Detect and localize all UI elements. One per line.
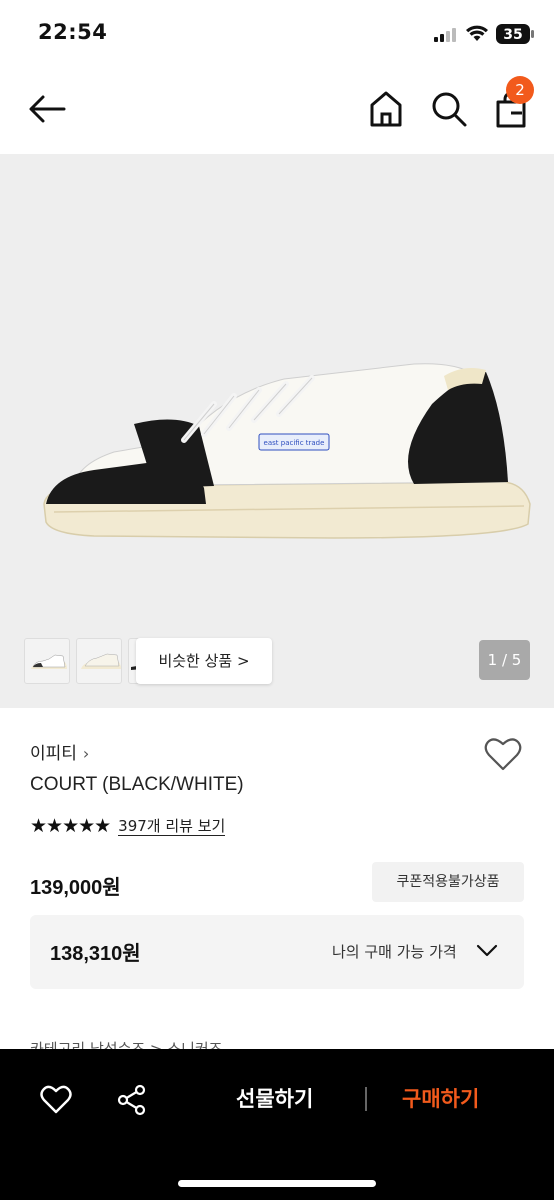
- battery-level: 35: [503, 27, 522, 43]
- product-image-gallery[interactable]: east pacific trade 비슷한 상품 > 1 / 5: [0, 154, 554, 708]
- top-nav-bar: 2: [0, 68, 554, 154]
- star-rating-icon: ★★★★★: [30, 815, 111, 837]
- review-link[interactable]: 397개 리뷰 보기: [118, 817, 226, 836]
- shoe-brand-tag: east pacific trade: [264, 439, 325, 447]
- share-icon[interactable]: [117, 1084, 147, 1116]
- cart-count-badge: 2: [506, 76, 534, 104]
- product-page: 22:54 35 2 east pacific trade 비슷한 상품 > 1…: [0, 0, 554, 1200]
- heart-icon[interactable]: [40, 1085, 72, 1115]
- coupon-not-applicable-badge: 쿠폰적용불가상품: [372, 862, 524, 902]
- home-icon[interactable]: [368, 90, 404, 128]
- cellular-signal-icon: [434, 28, 456, 42]
- status-time: 22:54: [38, 20, 108, 44]
- bottom-action-bar: 선물하기 구매하기: [0, 1049, 554, 1200]
- chevron-down-icon: [476, 944, 498, 957]
- heart-icon[interactable]: [484, 736, 522, 772]
- brand-link[interactable]: 이피티 ›: [30, 739, 89, 764]
- status-bar: 22:54 35: [0, 0, 554, 68]
- chevron-right-icon: ›: [82, 744, 90, 763]
- product-name: COURT (BLACK/WHITE): [30, 774, 244, 795]
- thumbnail-1[interactable]: [24, 638, 70, 684]
- gift-button[interactable]: 선물하기: [236, 1083, 313, 1113]
- image-page-counter: 1 / 5: [479, 640, 530, 680]
- my-price-value: 138,310원: [50, 943, 141, 965]
- product-price: 139,000원: [30, 877, 121, 899]
- my-price-label: 나의 구매 가능 가격: [332, 943, 457, 961]
- button-divider: [365, 1087, 367, 1111]
- my-price-dropdown[interactable]: 138,310원 나의 구매 가능 가격: [30, 915, 524, 989]
- sneaker-product-image: east pacific trade: [43, 363, 531, 539]
- thumbnail-shoe-image: [31, 654, 67, 669]
- buy-button[interactable]: 구매하기: [402, 1083, 479, 1113]
- thumbnail-2[interactable]: [76, 638, 122, 684]
- battery-icon: 35: [496, 24, 534, 44]
- back-arrow-icon[interactable]: [26, 92, 68, 126]
- brand-name: 이피티: [30, 744, 77, 764]
- search-icon[interactable]: [430, 90, 468, 128]
- thumbnail-shoe-image: [81, 653, 121, 669]
- home-indicator: [178, 1180, 376, 1187]
- similar-products-button[interactable]: 비슷한 상품 >: [136, 638, 272, 684]
- wifi-icon: [466, 25, 488, 41]
- rating-row: ★★★★★ 397개 리뷰 보기: [30, 815, 226, 837]
